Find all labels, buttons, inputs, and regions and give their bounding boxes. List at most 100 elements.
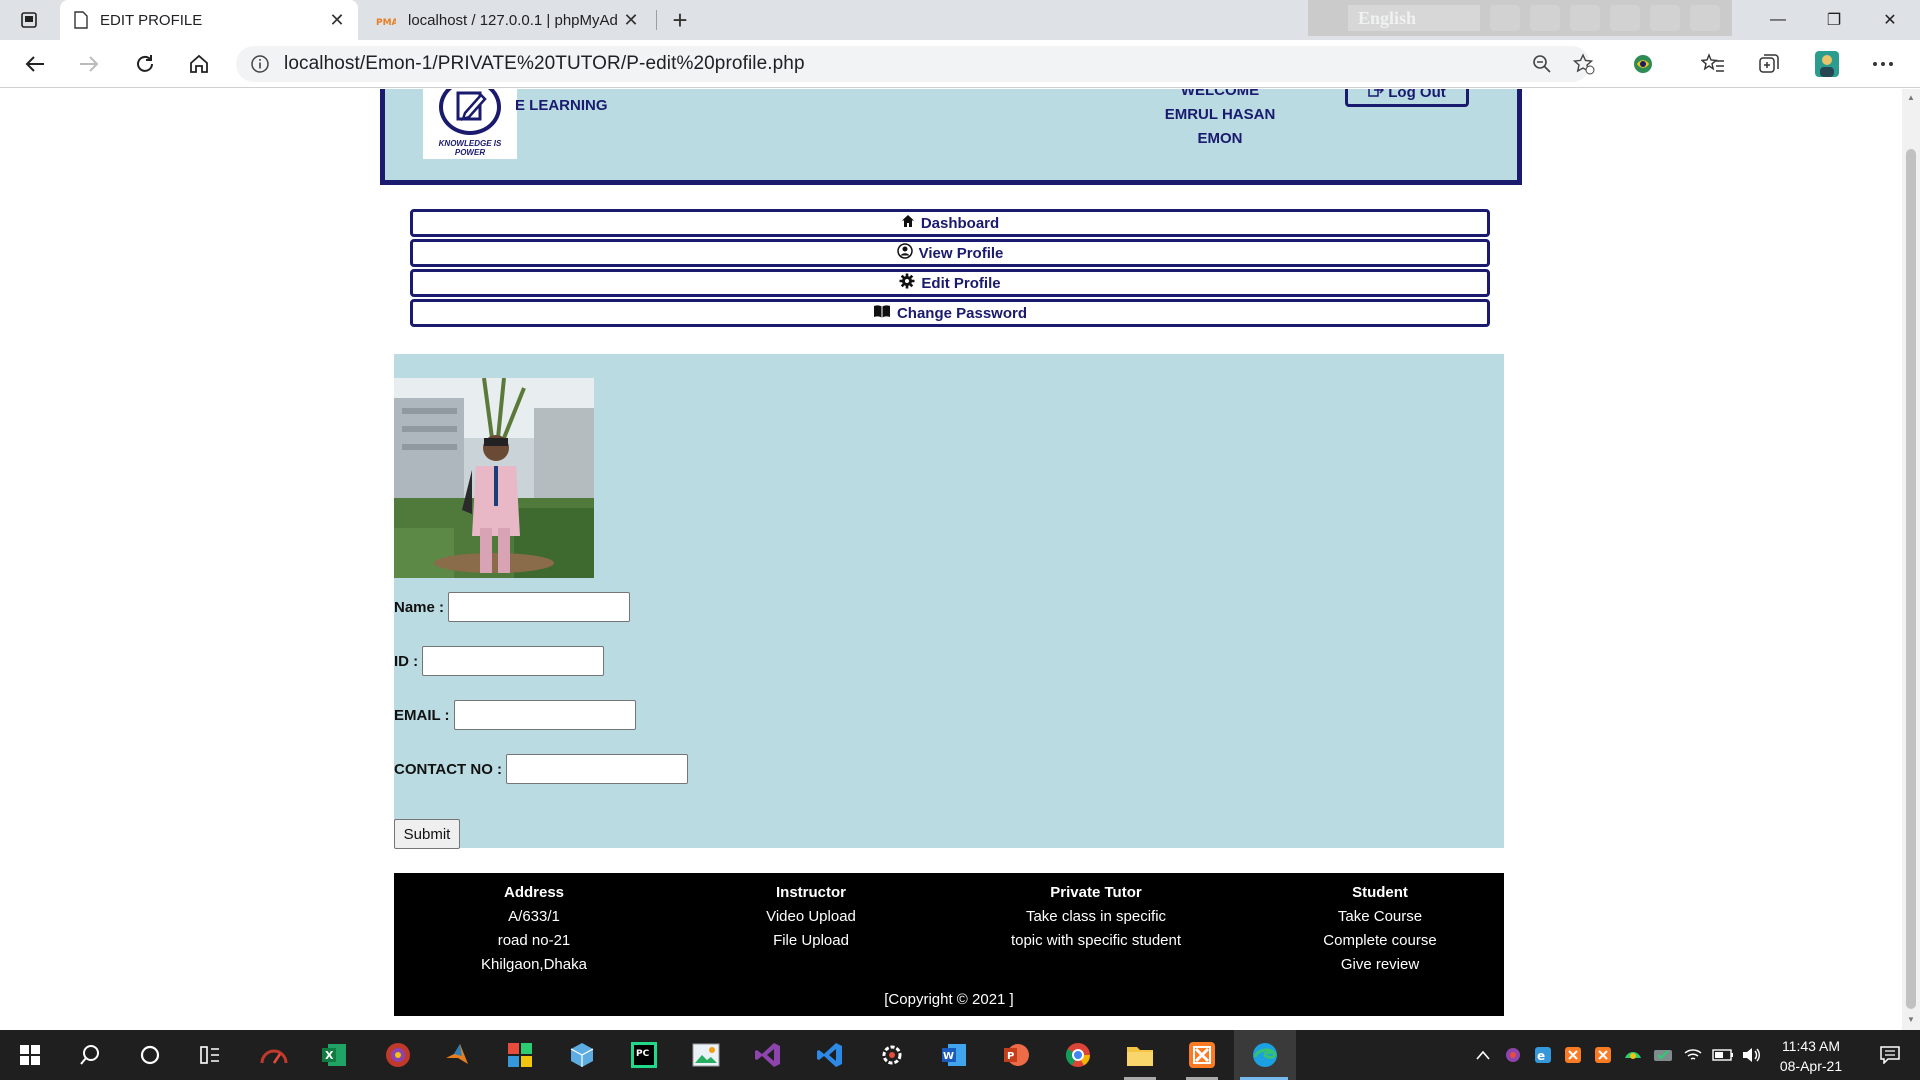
toolbar-button[interactable]: [1690, 5, 1720, 31]
toolbar-button[interactable]: [1530, 5, 1560, 31]
svg-text:W: W: [943, 1051, 954, 1062]
edge-icon[interactable]: [1234, 1030, 1296, 1080]
close-icon[interactable]: ✕: [618, 7, 644, 33]
matlab-icon[interactable]: [428, 1030, 488, 1080]
submit-button[interactable]: Submit: [394, 819, 460, 849]
file-explorer-icon[interactable]: [1110, 1030, 1170, 1080]
battery-icon[interactable]: [1710, 1030, 1736, 1080]
site-logo[interactable]: KNOWLEDGE IS POWER: [423, 89, 517, 159]
cortana-icon[interactable]: [120, 1030, 180, 1080]
toolbar-button[interactable]: [1490, 5, 1520, 31]
visual-studio-icon[interactable]: [738, 1030, 798, 1080]
menu-change-password-button[interactable]: Change Password: [410, 299, 1490, 327]
info-icon[interactable]: [250, 54, 270, 74]
speed-app-icon[interactable]: [244, 1030, 304, 1080]
svg-text:X: X: [325, 1049, 334, 1062]
name-input[interactable]: [448, 592, 631, 622]
email-input[interactable]: [453, 700, 636, 730]
wifi-icon[interactable]: [1680, 1030, 1706, 1080]
restore-button[interactable]: ❐: [1806, 0, 1862, 40]
logout-icon: [1368, 89, 1385, 101]
window-close-button[interactable]: ✕: [1862, 0, 1918, 40]
edit-profile-panel: Name : ID : EMAIL : CONTACT NO : Submit: [394, 354, 1504, 849]
windows-icon[interactable]: [0, 1030, 60, 1080]
tray-app-icon[interactable]: e: [1530, 1030, 1556, 1080]
more-icon[interactable]: [1866, 48, 1900, 80]
tray-app-icon[interactable]: [1620, 1030, 1646, 1080]
logout-label: Log Out: [1388, 89, 1446, 101]
footer-address-heading: Address: [503, 884, 565, 901]
url-text: localhost/Emon-1/PRIVATE%20TUTOR/P-edit%…: [284, 53, 805, 74]
contact-input[interactable]: [506, 754, 689, 784]
settings-app-icon[interactable]: [862, 1030, 922, 1080]
search-icon[interactable]: [60, 1030, 120, 1080]
taskbar-clock[interactable]: 11:43 AM 08-Apr-21: [1766, 1036, 1856, 1076]
scroll-up-icon[interactable]: ▲: [1906, 93, 1916, 103]
tab-phpmyadmin[interactable]: PMA localhost / 127.0.0.1 | phpMyAdr ✕: [362, 0, 652, 40]
id-input[interactable]: [422, 646, 605, 676]
close-icon[interactable]: ✕: [324, 7, 350, 33]
word-icon[interactable]: W: [924, 1030, 984, 1080]
page-scrollbar[interactable]: ▲ ▼: [1902, 89, 1920, 1030]
xampp-tray-icon[interactable]: [1560, 1030, 1586, 1080]
toolbar-button[interactable]: [1570, 5, 1600, 31]
refresh-icon[interactable]: [128, 48, 162, 80]
address-bar[interactable]: localhost/Emon-1/PRIVATE%20TUTOR/P-edit%…: [236, 46, 1595, 82]
menu-dashboard-button[interactable]: Dashboard: [410, 209, 1490, 237]
footer-instructor-heading: Instructor: [775, 884, 846, 901]
photos-icon[interactable]: [676, 1030, 736, 1080]
footer-instructor-item: File Upload: [773, 932, 849, 949]
email-label: EMAIL :: [394, 706, 450, 724]
new-tab-icon[interactable]: +: [664, 4, 696, 36]
profile-icon[interactable]: [1810, 48, 1844, 80]
clock-date: 08-Apr-21: [1779, 1058, 1843, 1074]
forward-icon[interactable]: [72, 48, 106, 80]
contact-label: CONTACT NO :: [394, 760, 503, 778]
welcome-message: WELCOME EMRUL HASAN EMON: [1155, 89, 1285, 151]
menu-view-profile-button[interactable]: View Profile: [410, 239, 1490, 267]
menu-edit-profile-button[interactable]: Edit Profile: [410, 269, 1490, 297]
tab-actions-icon[interactable]: [14, 8, 44, 32]
xampp-tray-icon[interactable]: [1590, 1030, 1616, 1080]
tray-app-icon[interactable]: [1500, 1030, 1526, 1080]
tab-edit-profile[interactable]: EDIT PROFILE ✕: [60, 0, 358, 40]
footer-address-line: A/633/1: [508, 908, 560, 925]
office-icon[interactable]: [490, 1030, 550, 1080]
notifications-icon[interactable]: [1870, 1030, 1910, 1080]
tray-app-icon[interactable]: [1650, 1030, 1676, 1080]
pycharm-icon[interactable]: PC: [614, 1030, 674, 1080]
footer-tutor-heading: Private Tutor: [1050, 884, 1142, 901]
toolbar-button[interactable]: [1650, 5, 1680, 31]
zoom-icon[interactable]: [1528, 50, 1556, 78]
tray-overflow-icon[interactable]: [1470, 1030, 1496, 1080]
scroll-down-icon[interactable]: ▼: [1906, 1015, 1916, 1025]
task-view-icon[interactable]: [180, 1030, 240, 1080]
powerpoint-icon[interactable]: P: [986, 1030, 1046, 1080]
translate-language-select[interactable]: English: [1348, 5, 1480, 31]
favorite-add-icon[interactable]: [1570, 50, 1598, 78]
contact-row: CONTACT NO :: [394, 754, 689, 784]
footer-address-line: road no-21: [497, 932, 571, 949]
favorites-icon[interactable]: [1696, 48, 1730, 80]
scrollbar-thumb[interactable]: [1906, 149, 1916, 1009]
volume-icon[interactable]: [1738, 1030, 1764, 1080]
logout-button[interactable]: Log Out: [1345, 89, 1469, 107]
minimize-button[interactable]: —: [1750, 0, 1806, 40]
app-icon[interactable]: [368, 1030, 428, 1080]
site-header: KNOWLEDGE IS POWER E LEARNING WELCOME EM…: [380, 89, 1522, 185]
back-icon[interactable]: [18, 48, 52, 80]
excel-icon[interactable]: X: [304, 1030, 364, 1080]
xampp-icon[interactable]: [1172, 1030, 1232, 1080]
welcome-label: WELCOME: [1180, 89, 1260, 99]
chrome-icon[interactable]: [1048, 1030, 1108, 1080]
home-icon[interactable]: [182, 48, 216, 80]
virtualbox-icon[interactable]: [552, 1030, 612, 1080]
menu-edit-profile-label: Edit Profile: [921, 274, 1001, 292]
extension-icon[interactable]: [1626, 48, 1660, 80]
vscode-icon[interactable]: [800, 1030, 860, 1080]
id-row: ID :: [394, 646, 605, 676]
footer-student-item: Complete course: [1323, 932, 1437, 949]
toolbar-button[interactable]: [1610, 5, 1640, 31]
user-last-name: EMON: [1197, 130, 1243, 147]
collections-icon[interactable]: [1752, 48, 1786, 80]
